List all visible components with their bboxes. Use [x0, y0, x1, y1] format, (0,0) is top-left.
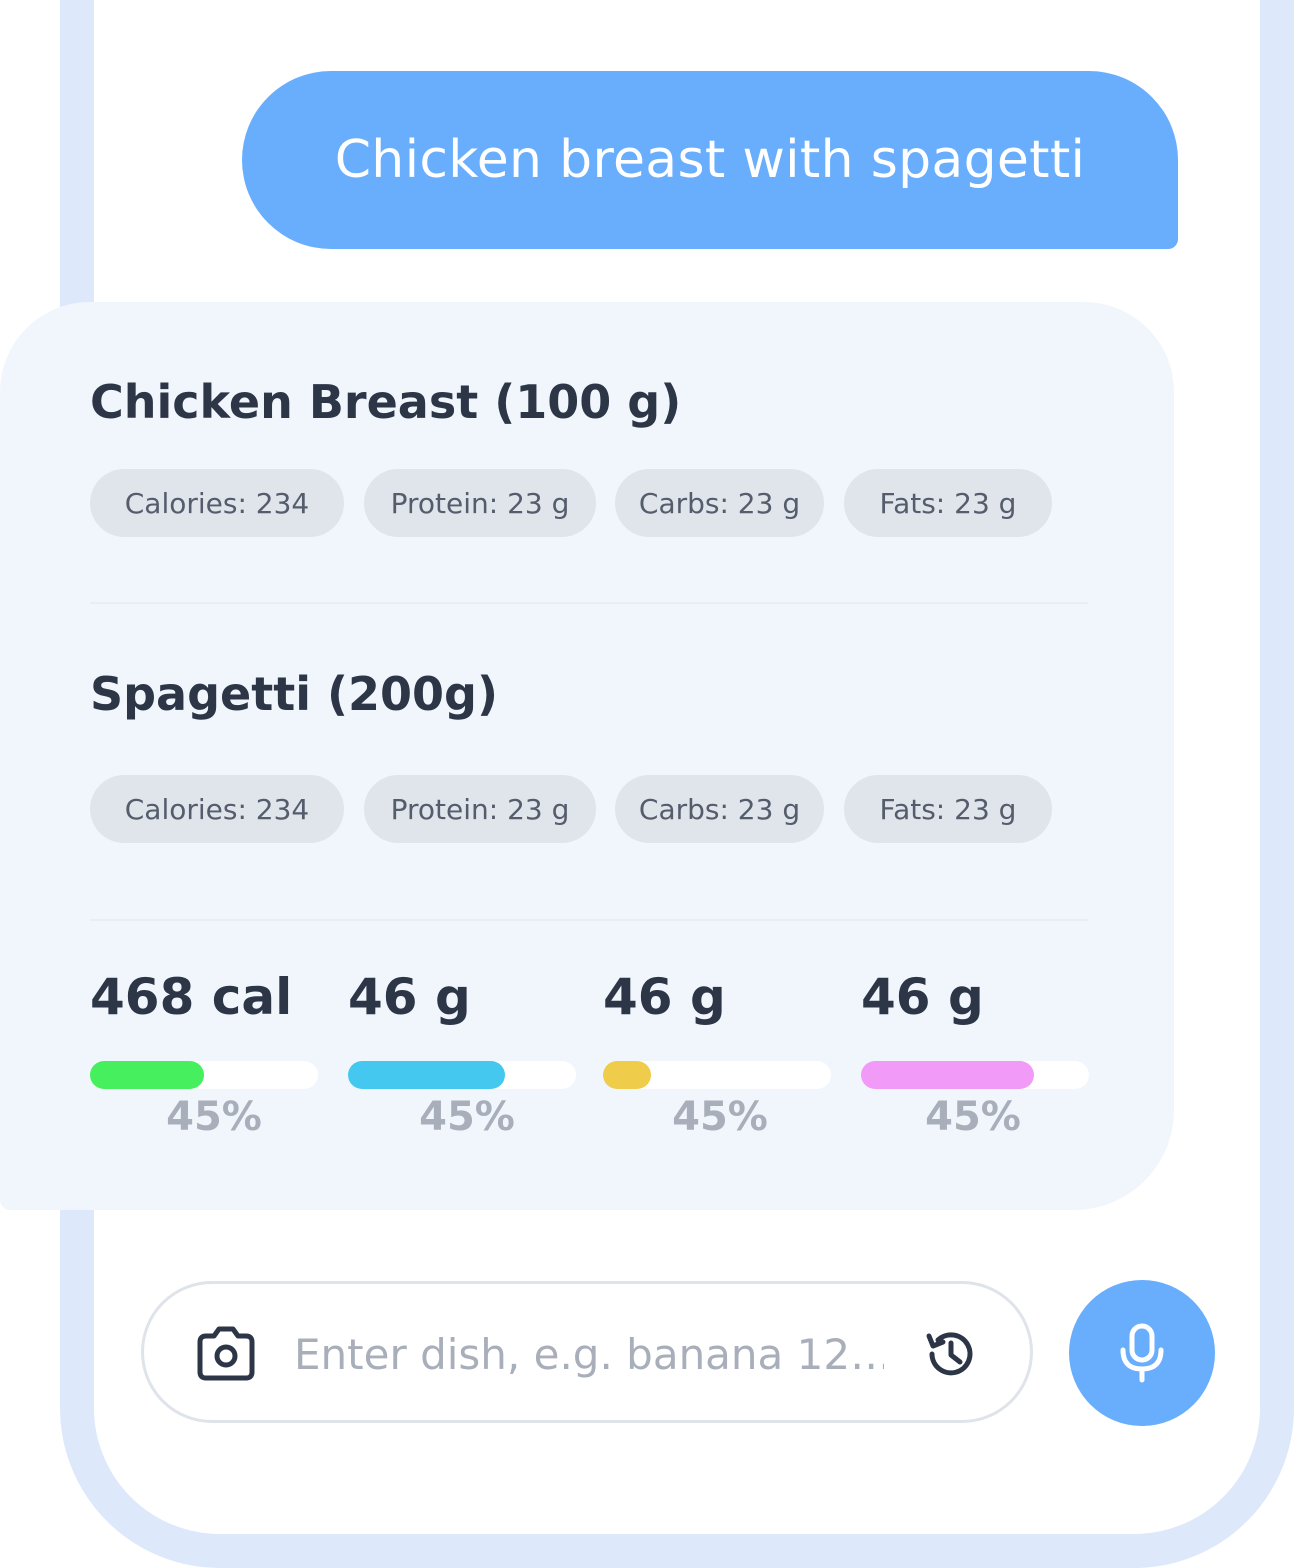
fats-progress-fill [861, 1061, 1035, 1089]
calories-chip: Calories: 234 [90, 775, 344, 843]
fats-progress-bar [861, 1061, 1089, 1089]
total-protein-value: 46 g [348, 968, 471, 1026]
protein-chip: Protein: 23 g [364, 775, 596, 843]
divider [90, 602, 1088, 604]
dish-search-input[interactable] [294, 1319, 884, 1389]
microphone-icon [1120, 1323, 1164, 1383]
fats-chip: Fats: 23 g [844, 775, 1052, 843]
carbs-percent: 45% [672, 1094, 768, 1140]
user-message-bubble: Chicken breast with spagetti [242, 71, 1178, 249]
camera-button[interactable] [194, 1324, 258, 1384]
total-fats-value: 46 g [861, 968, 984, 1026]
protein-progress-bar [348, 1061, 576, 1089]
calories-progress-fill [90, 1061, 204, 1089]
food-title: Spagetti (200g) [90, 667, 498, 721]
protein-percent: 45% [419, 1094, 515, 1140]
fats-percent: 45% [925, 1094, 1021, 1140]
carbs-progress-fill [603, 1061, 651, 1089]
total-calories-value: 468 cal [90, 968, 293, 1026]
fats-chip: Fats: 23 g [844, 469, 1052, 537]
screen: Chicken breast with spagetti Chicken Bre… [0, 0, 1294, 1568]
total-carbs-value: 46 g [603, 968, 726, 1026]
history-button[interactable] [922, 1326, 978, 1382]
microphone-button[interactable] [1069, 1280, 1215, 1426]
user-message-text: Chicken breast with spagetti [334, 130, 1086, 190]
food-title: Chicken Breast (100 g) [90, 375, 682, 429]
divider [90, 919, 1088, 921]
camera-icon [197, 1326, 255, 1381]
calories-progress-bar [90, 1061, 318, 1089]
carbs-chip: Carbs: 23 g [615, 469, 824, 537]
calories-chip: Calories: 234 [90, 469, 344, 537]
protein-chip: Protein: 23 g [364, 469, 596, 537]
carbs-chip: Carbs: 23 g [615, 775, 824, 843]
history-icon [926, 1332, 973, 1376]
calories-percent: 45% [166, 1094, 262, 1140]
carbs-progress-bar [603, 1061, 831, 1089]
dish-input-bar [141, 1281, 1033, 1423]
protein-progress-fill [348, 1061, 506, 1089]
